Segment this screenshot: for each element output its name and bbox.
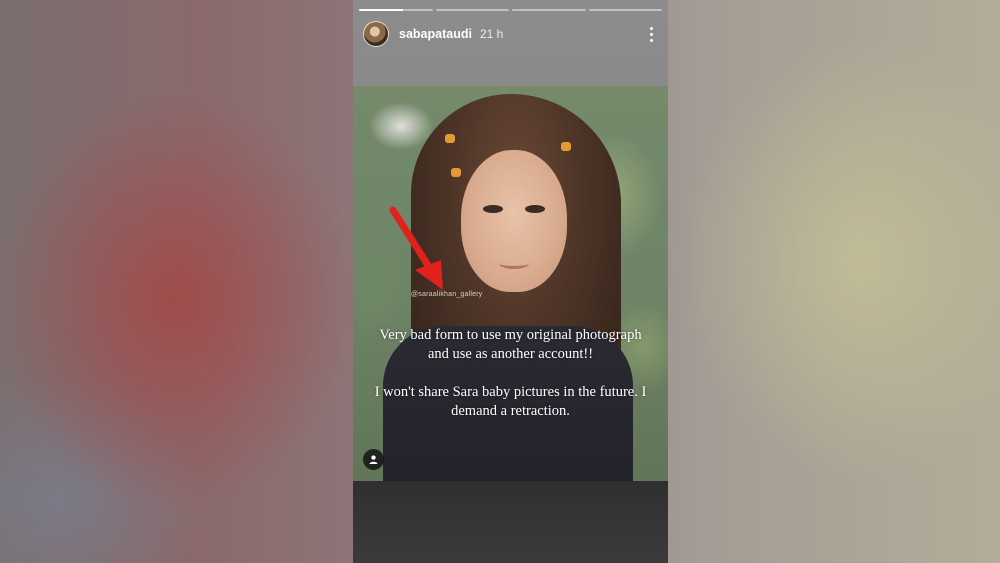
story-footer [353,481,668,563]
story-text-paragraph: I won't share Sara baby pictures in the … [374,384,647,419]
photo-watermark: @saraalikhan_gallery [411,291,483,298]
story-progress [359,9,662,11]
progress-segment [435,9,509,11]
story-text-overlay: Very bad form to use my original photogr… [373,326,648,440]
progress-segment [512,9,586,11]
red-arrow-icon [389,206,443,290]
hair-clip [561,142,571,151]
username[interactable]: sabapataudi [399,27,472,41]
story-photo: @saraalikhan_gallery Very bad form to us… [353,86,668,481]
hair-clip [445,134,455,143]
child-face [461,150,567,292]
user-tag-icon[interactable] [363,449,384,470]
progress-segment [359,9,433,11]
story-text-paragraph: Very bad form to use my original photogr… [379,327,642,362]
progress-segment [588,9,662,11]
avatar[interactable] [363,21,389,47]
timestamp: 21 h [479,27,504,41]
hair-clip [451,168,461,177]
story-viewer[interactable]: sabapataudi 21 h @saraalikhan_gallery Ve… [353,0,668,563]
story-header: sabapataudi 21 h [363,20,658,48]
more-vertical-icon[interactable] [644,23,658,45]
